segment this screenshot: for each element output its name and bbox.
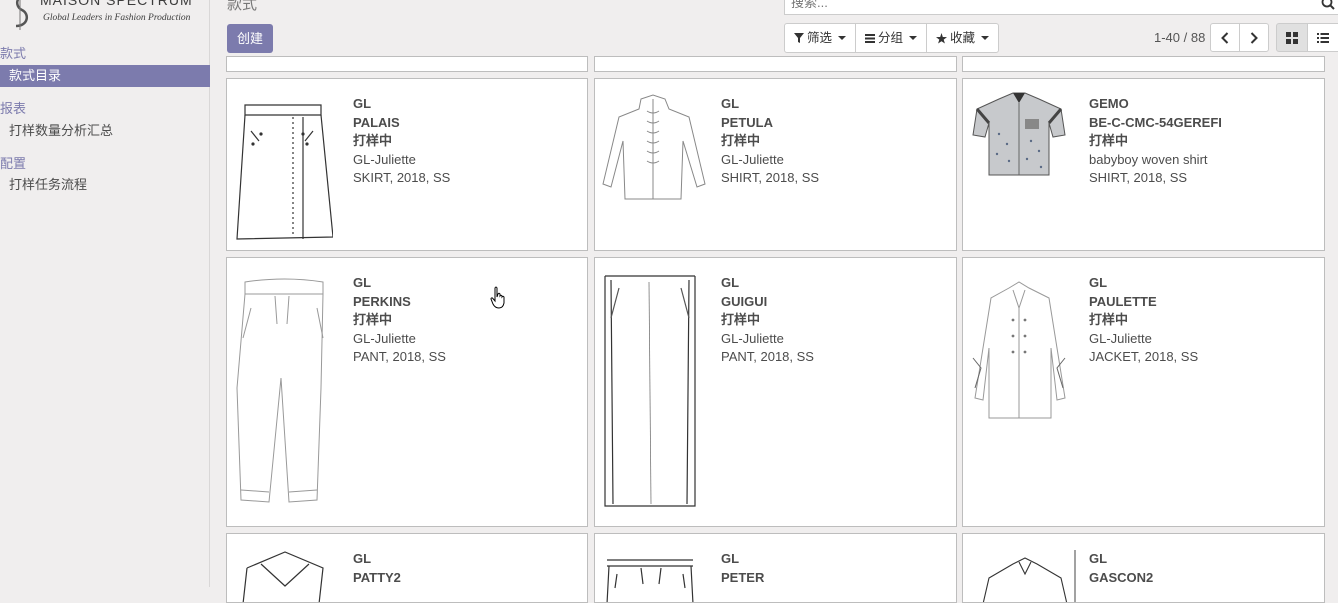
- card-brand: GL: [1089, 275, 1108, 290]
- pager-value[interactable]: 1-40 / 88: [1154, 30, 1205, 45]
- card-brand: GEMO: [1089, 96, 1129, 111]
- sidebar: MAISON SPECTRUM Global Leaders in Fashio…: [0, 0, 210, 587]
- menu-item-sample-workflow[interactable]: 打样任务流程: [0, 174, 210, 196]
- group-by-button[interactable]: 分组: [856, 24, 928, 52]
- list-view-button[interactable]: [1307, 23, 1338, 52]
- kanban-card[interactable]: GL PETULA 打样中 GL-Juliette SHIRT, 2018, S…: [594, 78, 957, 251]
- menu-item-sample-analysis[interactable]: 打样数量分析汇总: [0, 120, 210, 142]
- kanban-card[interactable]: GL GUIGUI 打样中 GL-Juliette PANT, 2018, SS: [594, 257, 957, 527]
- pant-sketch-2-icon: [604, 275, 696, 507]
- filter-button[interactable]: 筛选: [785, 24, 857, 52]
- card-meta: PANT, 2018, SS: [353, 349, 446, 365]
- menu-section-styles[interactable]: 款式: [0, 43, 26, 62]
- brand-logo[interactable]: MAISON SPECTRUM Global Leaders in Fashio…: [0, 0, 210, 32]
- kanban-view-button[interactable]: [1276, 23, 1308, 52]
- card-state: 打样中: [1089, 133, 1129, 149]
- card-state: 打样中: [721, 133, 761, 149]
- create-button[interactable]: 创建: [227, 24, 273, 53]
- card-brand: GL: [721, 551, 740, 566]
- pager-previous-button[interactable]: [1210, 23, 1240, 52]
- card-brand: GL: [721, 275, 740, 290]
- top-sketch-icon: [242, 551, 324, 602]
- card-collection: GL-Juliette: [721, 330, 784, 346]
- card-style-name: GUIGUI: [721, 293, 768, 309]
- search-options: 筛选 分组 收藏: [784, 23, 1000, 53]
- chevron-right-icon: [1250, 31, 1258, 44]
- favorites-button[interactable]: 收藏: [927, 24, 998, 52]
- kanban-card[interactable]: GL PETER: [594, 533, 957, 603]
- card-style-name: PATTY2: [353, 569, 401, 585]
- caret-down-icon: [909, 36, 918, 40]
- search-icon[interactable]: [1321, 0, 1335, 10]
- kanban-card[interactable]: GL GASCON2: [962, 533, 1325, 603]
- card-brand: GL: [721, 96, 740, 111]
- card-collection: GL-Juliette: [353, 330, 416, 346]
- caret-down-icon: [838, 36, 847, 40]
- pager-next-button[interactable]: [1239, 23, 1269, 52]
- brand-tagline: Global Leaders in Fashion Production: [43, 13, 191, 23]
- filter-label: 筛选: [807, 31, 833, 45]
- card-style-name: PAULETTE: [1089, 293, 1157, 309]
- shirt-sketch-icon: [602, 94, 706, 200]
- card-collection: GL-Juliette: [721, 151, 784, 167]
- kanban-card-partial[interactable]: [962, 56, 1325, 72]
- menu-item-style-catalog[interactable]: 款式目录: [0, 65, 210, 87]
- card-collection: babyboy woven shirt: [1089, 151, 1208, 167]
- baby-shirt-photo-icon: [972, 92, 1066, 176]
- search-input[interactable]: [785, 0, 1297, 12]
- card-meta: JACKET, 2018, SS: [1089, 349, 1199, 365]
- card-style-name: BE-C-CMC-54GEREFI: [1089, 114, 1222, 130]
- list-icon: [1317, 32, 1329, 43]
- card-meta: PANT, 2018, SS: [721, 349, 814, 365]
- card-style-name: PERKINS: [353, 293, 411, 309]
- star-icon: [936, 32, 948, 44]
- card-style-name: PALAIS: [353, 114, 400, 130]
- logo-mark-icon: [15, 0, 29, 30]
- card-state: 打样中: [353, 133, 393, 149]
- kanban-card[interactable]: GL PALAIS 打样中 GL-Juliette SKIRT, 2018, S…: [226, 78, 588, 251]
- menu-section-reports[interactable]: 报表: [0, 98, 26, 117]
- card-brand: GL: [353, 275, 372, 290]
- card-meta: SHIRT, 2018, SS: [1089, 170, 1188, 186]
- kanban-card-partial[interactable]: [594, 56, 957, 72]
- pant-sketch-3-icon: [606, 559, 694, 602]
- card-collection: GL-Juliette: [353, 151, 416, 167]
- card-style-name: PETER: [721, 569, 765, 585]
- pant-sketch-icon: [236, 278, 324, 503]
- kanban-card[interactable]: GL PERKINS 打样中 GL-Juliette PANT, 2018, S…: [226, 257, 588, 527]
- card-meta: SKIRT, 2018, SS: [353, 170, 451, 186]
- card-state: 打样中: [721, 312, 761, 328]
- group-by-label: 分组: [878, 31, 904, 45]
- kanban-card[interactable]: GL PATTY2: [226, 533, 588, 603]
- card-brand: GL: [353, 551, 372, 566]
- list-bars-icon: [865, 34, 876, 43]
- brand-name: MAISON SPECTRUM: [40, 0, 193, 8]
- jacket-sketch-icon: [982, 550, 1076, 602]
- card-style-name: GASCON2: [1089, 569, 1154, 585]
- card-state: 打样中: [1089, 312, 1129, 328]
- card-brand: GL: [353, 96, 372, 111]
- kanban-card[interactable]: GEMO BE-C-CMC-54GEREFI 打样中 babyboy woven…: [962, 78, 1325, 251]
- breadcrumb[interactable]: 款式: [227, 0, 257, 14]
- card-meta: SHIRT, 2018, SS: [721, 170, 820, 186]
- filter-icon: [794, 33, 804, 43]
- card-state: 打样中: [353, 312, 393, 328]
- skirt-sketch-icon: [236, 104, 333, 240]
- kanban-card[interactable]: GL PAULETTE 打样中 GL-Juliette JACKET, 2018…: [962, 257, 1325, 527]
- chevron-left-icon: [1221, 31, 1229, 44]
- card-style-name: PETULA: [721, 114, 773, 130]
- menu-section-config[interactable]: 配置: [0, 153, 26, 172]
- grid-icon: [1286, 31, 1298, 44]
- search-box[interactable]: [784, 0, 1338, 15]
- card-brand: GL: [1089, 551, 1108, 566]
- hand-cursor-icon: [490, 286, 505, 309]
- card-collection: GL-Juliette: [1089, 330, 1152, 346]
- caret-down-icon: [981, 36, 990, 40]
- kanban-card-partial[interactable]: [226, 56, 588, 72]
- coat-sketch-icon: [972, 281, 1066, 419]
- favorites-label: 收藏: [950, 31, 976, 45]
